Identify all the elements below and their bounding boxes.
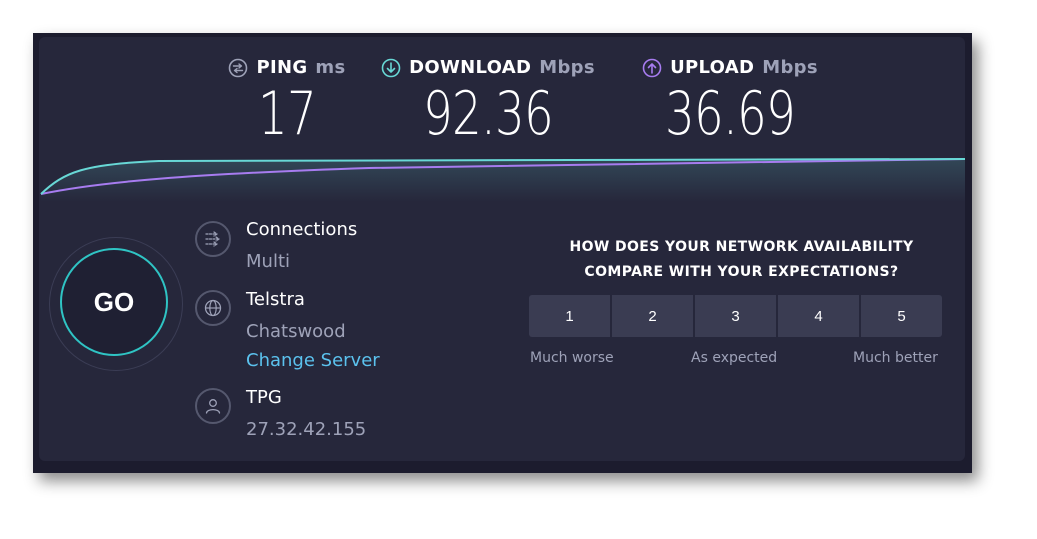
upload-unit: Mbps [762,57,818,78]
rating-option-3[interactable]: 3 [695,295,776,337]
ping-header: PING ms [217,57,357,78]
provider-ip: 27.32.42.155 [246,419,367,440]
ping-metric: PING ms 17 [217,57,357,144]
rating-option-1[interactable]: 1 [529,295,610,337]
rating-label-low: Much worse [530,350,614,366]
ping-icon [229,58,248,77]
survey-question-line1: HOW DOES YOUR NETWORK AVAILABILITY [569,239,914,255]
speedtest-card: PING ms 17 DOWNLOAD Mbps 92.36 UPLOAD Mb… [33,33,972,473]
download-value: 92.36 [422,79,554,149]
download-header: DOWNLOAD Mbps [378,57,598,78]
rating-option-5[interactable]: 5 [861,295,942,337]
connections-icon [195,221,231,257]
rating-scale: 1 2 3 4 5 [529,295,942,337]
upload-label: UPLOAD [670,57,755,78]
server-name: Telstra [246,289,305,310]
server-location: Chatswood [246,321,346,342]
upload-metric: UPLOAD Mbps 36.69 [635,57,825,144]
survey-question: HOW DOES YOUR NETWORK AVAILABILITY COMPA… [529,235,954,285]
upload-value: 36.69 [664,79,796,149]
go-button[interactable]: GO [60,248,168,356]
ping-unit: ms [315,57,346,78]
connections-value: Multi [246,251,290,272]
upload-header: UPLOAD Mbps [635,57,825,78]
provider-name: TPG [246,387,282,408]
survey-question-line2: COMPARE WITH YOUR EXPECTATIONS? [584,264,899,280]
upload-arrow-icon [642,58,662,77]
change-server-link[interactable]: Change Server [246,350,380,371]
download-arrow-icon [381,58,401,77]
user-icon [195,388,231,424]
globe-icon [195,290,231,326]
download-metric: DOWNLOAD Mbps 92.36 [378,57,598,144]
rating-option-4[interactable]: 4 [778,295,859,337]
ping-label: PING [256,57,308,78]
rating-label-high: Much better [853,350,938,366]
connections-title: Connections [246,219,358,240]
download-unit: Mbps [539,57,595,78]
speedtest-panel: PING ms 17 DOWNLOAD Mbps 92.36 UPLOAD Mb… [39,37,965,461]
speed-graph [40,158,965,202]
download-label: DOWNLOAD [409,57,532,78]
ping-value: 17 [257,79,317,149]
rating-option-2[interactable]: 2 [612,295,693,337]
rating-label-mid: As expected [691,350,778,366]
